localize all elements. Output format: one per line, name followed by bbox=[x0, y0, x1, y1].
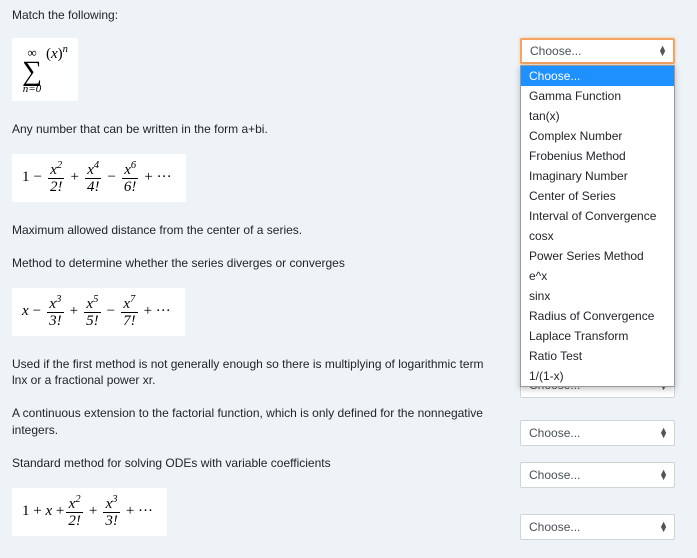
prompts-column: ∞∑n=0(x)n Any number that can be written … bbox=[12, 38, 520, 550]
dropdown-option[interactable]: cosx bbox=[521, 226, 674, 246]
match-select-0[interactable]: Choose... ▲▼ bbox=[520, 38, 675, 64]
select-value: Choose... bbox=[529, 426, 580, 440]
dropdown-option[interactable]: Interval of Convergence bbox=[521, 206, 674, 226]
match-select-2[interactable]: Choose... ▲▼ bbox=[520, 420, 675, 446]
dropdown-option[interactable]: tan(x) bbox=[521, 106, 674, 126]
prompt-text-3: Maximum allowed distance from the center… bbox=[12, 222, 500, 239]
select-value: Choose... bbox=[530, 44, 581, 58]
match-select-3[interactable]: Choose... ▲▼ bbox=[520, 462, 675, 488]
prompt-text-1: Any number that can be written in the fo… bbox=[12, 121, 500, 138]
select-value: Choose... bbox=[529, 520, 580, 534]
formula-2: 1−x22!+x44!−x66!+ ··· bbox=[12, 154, 186, 202]
prompt-text-6: Used if the first method is not generall… bbox=[12, 356, 500, 390]
dropdown-option[interactable]: 1/(1-x) bbox=[521, 366, 674, 386]
dropdown-panel[interactable]: Choose...Gamma Functiontan(x)Complex Num… bbox=[520, 65, 675, 387]
selects-column: Choose...▲▼Choose...Gamma Functiontan(x)… bbox=[520, 38, 685, 550]
formula-0: ∞∑n=0(x)n bbox=[12, 38, 78, 101]
caret-icon: ▲▼ bbox=[659, 470, 668, 480]
prompt-text-8: Standard method for solving ODEs with va… bbox=[12, 455, 500, 472]
caret-icon: ▲▼ bbox=[659, 428, 668, 438]
content-area: ∞∑n=0(x)n Any number that can be written … bbox=[12, 38, 685, 550]
dropdown-option[interactable]: Frobenius Method bbox=[521, 146, 674, 166]
question-title: Match the following: bbox=[12, 8, 685, 22]
prompt-text-4: Method to determine whether the series d… bbox=[12, 255, 500, 272]
formula-9: 1 + x +x22!+x33!+ ··· bbox=[12, 488, 167, 536]
dropdown-option[interactable]: Gamma Function bbox=[521, 86, 674, 106]
select-value: Choose... bbox=[529, 468, 580, 482]
caret-icon: ▲▼ bbox=[659, 522, 668, 532]
dropdown-option[interactable]: Ratio Test bbox=[521, 346, 674, 366]
dropdown-option[interactable]: Imaginary Number bbox=[521, 166, 674, 186]
dropdown-option[interactable]: sinx bbox=[521, 286, 674, 306]
match-select-4[interactable]: Choose... ▲▼ bbox=[520, 514, 675, 540]
dropdown-option[interactable]: Complex Number bbox=[521, 126, 674, 146]
dropdown-option[interactable]: Center of Series bbox=[521, 186, 674, 206]
formula-5: x−x33!+x55!−x77!+ ··· bbox=[12, 288, 185, 336]
dropdown-option[interactable]: e^x bbox=[521, 266, 674, 286]
dropdown-option[interactable]: Power Series Method bbox=[521, 246, 674, 266]
dropdown-option[interactable]: Choose... bbox=[521, 66, 674, 86]
prompt-text-7: A continuous extension to the factorial … bbox=[12, 405, 500, 439]
dropdown-option[interactable]: Radius of Convergence bbox=[521, 306, 674, 326]
dropdown-option[interactable]: Laplace Transform bbox=[521, 326, 674, 346]
caret-icon: ▲▼ bbox=[658, 46, 667, 56]
